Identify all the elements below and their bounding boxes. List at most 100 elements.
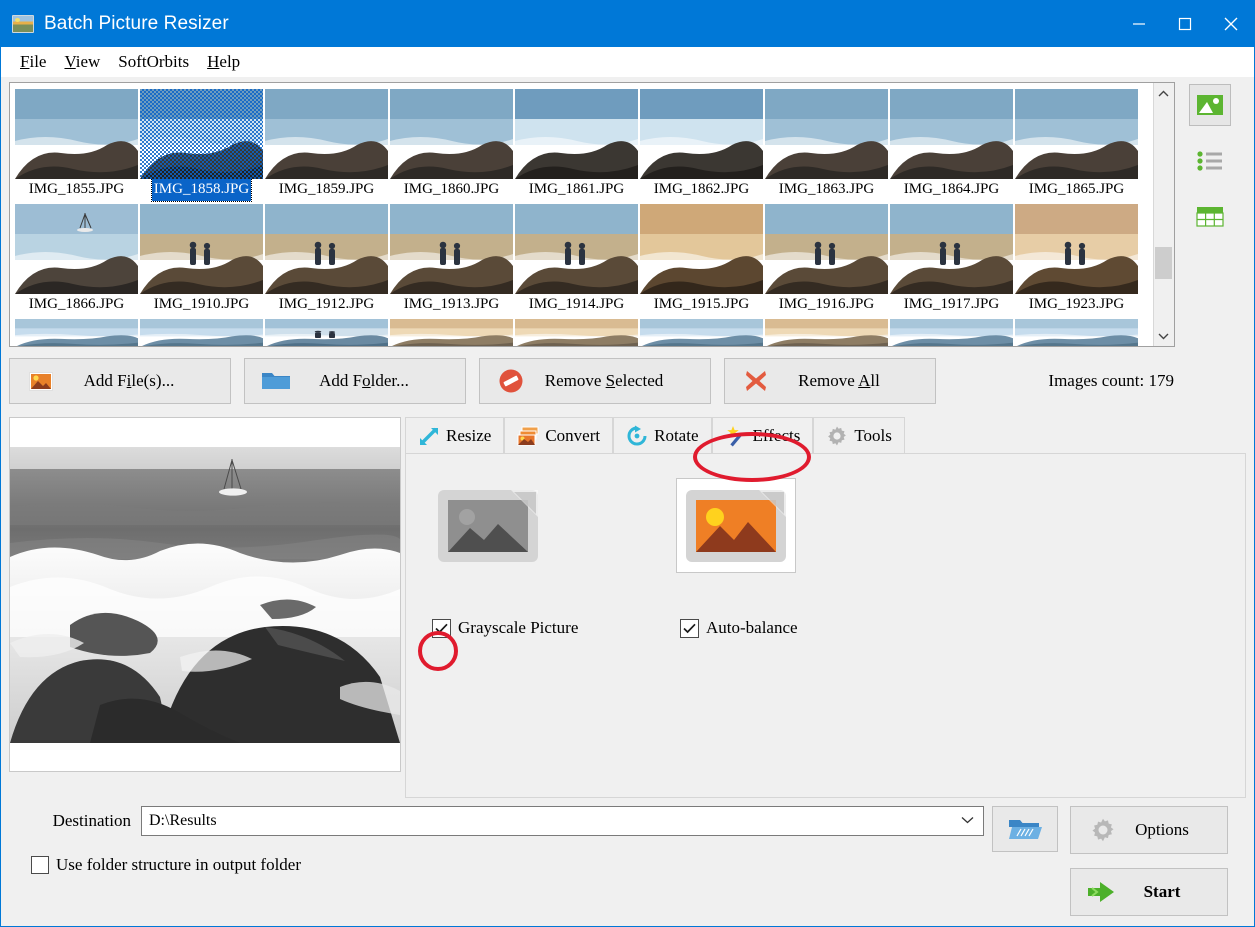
list-icon xyxy=(1197,151,1223,171)
thumbnail-item-partial[interactable] xyxy=(889,316,1014,346)
thumbnail-image[interactable] xyxy=(890,89,1013,179)
thumbnail-scrollbar[interactable] xyxy=(1152,83,1174,346)
thumbnail-image[interactable] xyxy=(390,319,513,346)
scroll-up-icon[interactable] xyxy=(1153,83,1174,104)
maximize-icon[interactable] xyxy=(1162,1,1208,47)
convert-images-icon xyxy=(517,425,539,447)
thumbnail-item[interactable]: IMG_1865.JPG xyxy=(1014,86,1139,201)
menu-file[interactable]: File xyxy=(11,50,55,74)
thumbnail-image[interactable] xyxy=(140,89,263,179)
add-files-button[interactable]: Add File(s)... xyxy=(9,358,231,404)
thumbnail-item[interactable]: IMG_1923.JPG xyxy=(1014,201,1139,316)
thumbnail-item[interactable]: IMG_1861.JPG xyxy=(514,86,639,201)
chevron-down-icon[interactable] xyxy=(961,815,974,827)
thumbnail-item[interactable]: IMG_1855.JPG xyxy=(14,86,139,201)
scrollbar-thumb[interactable] xyxy=(1155,247,1173,279)
menu-softorbits[interactable]: SoftOrbits xyxy=(109,50,198,74)
thumbnail-image[interactable] xyxy=(1015,89,1138,179)
add-folder-button[interactable]: Add Folder... xyxy=(244,358,466,404)
browse-folder-button[interactable] xyxy=(992,806,1058,852)
thumbnail-image[interactable] xyxy=(765,204,888,294)
thumbnail-item-partial[interactable] xyxy=(14,316,139,346)
remove-selected-button[interactable]: Remove Selected xyxy=(479,358,711,404)
thumbnail-image[interactable] xyxy=(140,319,263,346)
thumbnail-item-partial[interactable] xyxy=(139,316,264,346)
thumbnail-image[interactable] xyxy=(765,319,888,346)
use-folder-structure-checkbox[interactable] xyxy=(31,856,49,874)
thumbnail-image[interactable] xyxy=(390,89,513,179)
thumbnail-item[interactable]: IMG_1859.JPG xyxy=(264,86,389,201)
thumbnail-image[interactable] xyxy=(640,319,763,346)
thumbnail-item[interactable]: IMG_1914.JPG xyxy=(514,201,639,316)
thumbnail-item[interactable]: IMG_1916.JPG xyxy=(764,201,889,316)
use-folder-structure-row[interactable]: Use folder structure in output folder xyxy=(31,855,984,875)
thumbnail-item-partial[interactable] xyxy=(389,316,514,346)
thumbnail-image[interactable] xyxy=(515,204,638,294)
thumbnail-item[interactable]: IMG_1910.JPG xyxy=(139,201,264,316)
grayscale-thumb-button[interactable] xyxy=(428,478,548,573)
thumbnail-item[interactable]: IMG_1860.JPG xyxy=(389,86,514,201)
thumbnail-item-partial[interactable] xyxy=(639,316,764,346)
thumbnail-item[interactable]: IMG_1863.JPG xyxy=(764,86,889,201)
thumbnail-panel[interactable]: IMG_1855.JPG IMG_1858.JPG IMG_1859.JPG I… xyxy=(9,82,1175,347)
thumbnail-item[interactable]: IMG_1913.JPG xyxy=(389,201,514,316)
preview-pane xyxy=(9,417,401,772)
thumbnail-item-partial[interactable] xyxy=(514,316,639,346)
tab-resize[interactable]: Resize xyxy=(405,417,505,453)
menu-help[interactable]: Help xyxy=(198,50,249,74)
thumbnail-image[interactable] xyxy=(390,204,513,294)
scrollbar-track[interactable] xyxy=(1153,104,1174,325)
thumbnail-item[interactable]: IMG_1917.JPG xyxy=(889,201,1014,316)
list-view-button[interactable] xyxy=(1189,140,1231,182)
thumbnail-view-button[interactable] xyxy=(1189,84,1232,126)
thumbnail-item-partial[interactable] xyxy=(1014,316,1139,346)
autobalance-thumb-button[interactable] xyxy=(676,478,796,573)
thumbnail-image[interactable] xyxy=(15,204,138,294)
thumbnail-item-partial[interactable] xyxy=(764,316,889,346)
scroll-down-icon[interactable] xyxy=(1153,325,1174,346)
thumbnail-item[interactable]: IMG_1866.JPG xyxy=(14,201,139,316)
close-icon[interactable] xyxy=(1208,1,1254,47)
tab-rotate[interactable]: Rotate xyxy=(613,417,712,453)
thumbnail-image[interactable] xyxy=(265,204,388,294)
autobalance-checkbox[interactable] xyxy=(680,618,699,638)
thumbnail-image[interactable] xyxy=(15,319,138,346)
thumbnail-image[interactable] xyxy=(890,319,1013,346)
thumbnail-image[interactable] xyxy=(765,89,888,179)
minimize-icon[interactable] xyxy=(1116,1,1162,47)
thumbnail-item[interactable]: IMG_1912.JPG xyxy=(264,201,389,316)
thumbnail-item-partial[interactable] xyxy=(264,316,389,346)
thumbnail-item[interactable]: IMG_1862.JPG xyxy=(639,86,764,201)
thumbnail-item[interactable]: IMG_1915.JPG xyxy=(639,201,764,316)
view-mode-toolbar xyxy=(1175,82,1246,347)
thumbnail-item[interactable]: IMG_1864.JPG xyxy=(889,86,1014,201)
autobalance-checkbox-row[interactable]: Auto-balance xyxy=(680,618,798,638)
thumbnail-image[interactable] xyxy=(140,204,263,294)
thumbnail-filename: IMG_1863.JPG xyxy=(778,181,875,197)
thumbnail-image[interactable] xyxy=(265,319,388,346)
thumbnail-item[interactable]: IMG_1858.JPG xyxy=(139,86,264,202)
tab-convert[interactable]: Convert xyxy=(504,417,614,453)
thumbnail-image[interactable] xyxy=(515,89,638,179)
picture-add-icon xyxy=(24,367,58,395)
remove-all-button[interactable]: Remove All xyxy=(724,358,936,404)
menu-view[interactable]: View xyxy=(55,50,109,74)
thumbnail-image[interactable] xyxy=(1015,319,1138,346)
tab-tools[interactable]: Tools xyxy=(813,417,905,453)
thumbnail-image[interactable] xyxy=(890,204,1013,294)
details-view-button[interactable] xyxy=(1189,196,1231,238)
destination-input[interactable]: D:\Results xyxy=(141,806,984,836)
thumbnail-image[interactable] xyxy=(515,319,638,346)
bottom-bar: Destination D:\Results Use folder struct… xyxy=(9,806,1246,926)
remove-all-label: Remove All xyxy=(798,371,880,390)
thumbnail-image[interactable] xyxy=(265,89,388,179)
grayscale-checkbox-row[interactable]: Grayscale Picture xyxy=(432,618,578,638)
thumbnail-image[interactable] xyxy=(1015,204,1138,294)
grayscale-checkbox[interactable] xyxy=(432,618,451,638)
tab-effects[interactable]: Effects xyxy=(711,417,814,453)
options-button[interactable]: Options xyxy=(1070,806,1228,854)
thumbnail-image[interactable] xyxy=(640,204,763,294)
thumbnail-image[interactable] xyxy=(15,89,138,179)
thumbnail-image[interactable] xyxy=(640,89,763,179)
start-button[interactable]: Start xyxy=(1070,868,1228,916)
